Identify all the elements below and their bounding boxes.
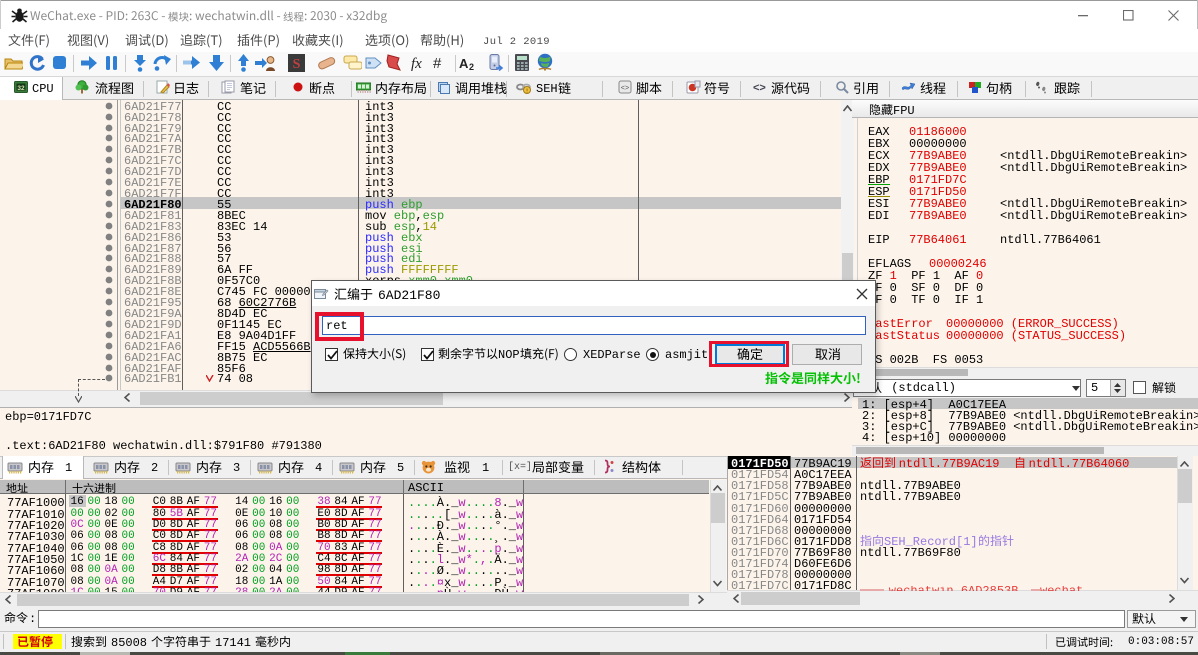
svg-text:A: A <box>459 56 469 71</box>
svg-text:!: ! <box>526 89 528 95</box>
svg-text:<>: <> <box>621 85 629 93</box>
svg-text:<>: <> <box>753 82 766 94</box>
svg-text:S: S <box>293 57 301 72</box>
svg-text:2: 2 <box>469 62 474 71</box>
svg-text:32: 32 <box>17 85 25 92</box>
svg-text:#: # <box>433 55 442 71</box>
svg-text:fx: fx <box>411 56 422 71</box>
